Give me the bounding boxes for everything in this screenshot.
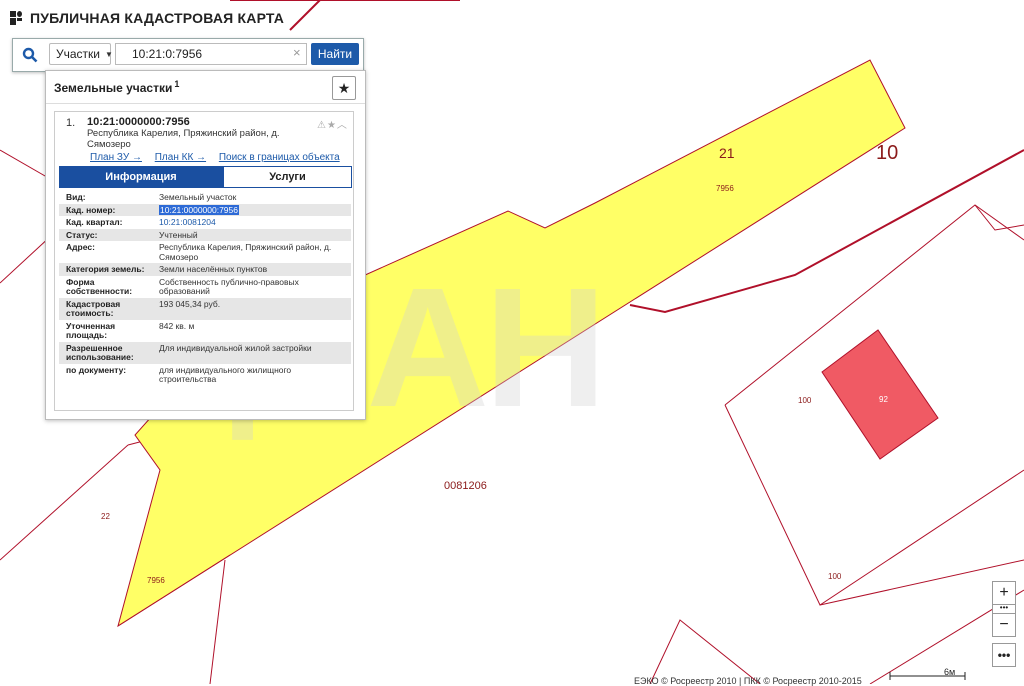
attr-key: по документу: (66, 364, 127, 375)
tab-information[interactable]: Информация (59, 166, 223, 188)
clear-icon[interactable]: × (293, 45, 301, 60)
attr-row: Кадастровая стоимость: 193 045,34 руб. (59, 297, 351, 320)
panel-title: Земельные участки 1 (54, 79, 179, 95)
result-count: 1 (174, 79, 180, 89)
app-header: ПУБЛИЧНАЯ КАДАСТРОВАЯ КАРТА (8, 7, 284, 29)
attr-row: Разрешенное использование: Для индивидуал… (59, 341, 351, 364)
scale-label: 6м (944, 667, 956, 677)
search-input[interactable]: 10:21:0:7956 (115, 43, 307, 65)
attr-value[interactable]: 10:21:0000000:7956 (155, 204, 351, 217)
favorite-star-icon[interactable]: ★ (332, 76, 356, 100)
lot-label-22: 22 (101, 512, 110, 521)
attr-row: Статус: Учтенный (59, 228, 351, 241)
search-mode-label: Участки (56, 47, 100, 61)
attr-value: Земельный участок (159, 192, 237, 202)
result-index: 1. (66, 117, 76, 129)
building-label: 92 (879, 395, 888, 404)
block-label: 21 (719, 145, 735, 161)
parcel-label-bottom: 7956 (147, 576, 165, 585)
attr-row: Кад. квартал: 10:21:0081204 (59, 216, 351, 229)
quarter-label: 0081206 (444, 480, 487, 492)
attr-key: Уточненная площадь: (66, 320, 116, 340)
attr-key: Адрес: (66, 242, 95, 252)
zoom-out-button[interactable]: − (992, 613, 1016, 637)
more-button[interactable]: ••• (992, 643, 1016, 667)
attr-key: Статус: (66, 229, 98, 240)
attr-value: Для индивидуальной жилой застройки (159, 342, 312, 353)
attr-value: Собственность публично-правовых образова… (159, 276, 299, 296)
attr-value: Учтенный (159, 229, 198, 240)
card-actions-icons[interactable]: ⚠★︿ (317, 116, 348, 131)
attr-row: Вид: Земельный участок (59, 191, 351, 204)
result-address: Республика Карелия, Пряжинский район, д.… (87, 128, 280, 150)
attr-value: Земли населённых пунктов (159, 264, 268, 274)
attr-key: Категория земель: (66, 264, 145, 274)
attr-key: Разрешенное использование: (66, 342, 134, 362)
attr-value: для индивидуального жилищного строительс… (159, 364, 292, 384)
plan-kk-link[interactable]: План КК → (155, 152, 206, 163)
attr-row: Категория земель: Земли населённых пункто… (59, 263, 351, 276)
attributes-table: Вид: Земельный участок Кад. номер: 10:21:0… (59, 191, 351, 386)
find-button[interactable]: Найти (311, 43, 359, 65)
plan-zu-link[interactable]: План ЗУ → (90, 152, 142, 163)
attr-key: Кадастровая стоимость: (66, 298, 121, 318)
selected-cadastral-number[interactable]: 10:21:0000000:7956 (159, 204, 239, 215)
info-tabs: Информация Услуги (59, 166, 352, 188)
result-card: 1. 10:21:0000000:7956 Республика Карелия… (54, 111, 354, 411)
attr-value: 193 045,34 руб. (159, 298, 221, 309)
attr-key: Кад. квартал: (66, 217, 123, 227)
attr-row: Кад. номер: 10:21:0000000:7956 (59, 203, 351, 217)
search-mode-select[interactable]: Участки ▼ (49, 43, 113, 65)
divider (46, 103, 365, 104)
lot-label-100a: 100 (798, 396, 812, 405)
zoom-controls: + ••• − (992, 581, 1016, 637)
attr-key: Кад. номер: (66, 204, 116, 215)
app-title: ПУБЛИЧНАЯ КАДАСТРОВАЯ КАРТА (30, 10, 285, 26)
zoom-in-button[interactable]: + (992, 581, 1016, 605)
attr-row: Адрес: Республика Карелия, Пряжинский рай… (59, 241, 351, 263)
parcel-label-top: 7956 (716, 184, 734, 193)
attr-row: Уточненная площадь: 842 кв. м (59, 320, 351, 342)
attr-row: по документу: для индивидуального жилищно… (59, 364, 351, 386)
tab-services[interactable]: Услуги (223, 166, 352, 188)
copyright-footer: ЕЭКО © Росреестр 2010 | ПКК © Росреестр … (634, 676, 862, 686)
lot-label-100b: 100 (828, 572, 842, 581)
attr-value-link[interactable]: 10:21:0081204 (155, 216, 351, 229)
chevron-down-icon: ▼ (105, 49, 113, 59)
attr-key: Вид: (66, 192, 86, 202)
rosreestr-logo-icon (10, 11, 22, 25)
search-icon[interactable] (13, 39, 47, 71)
cadastral-number[interactable]: 10:21:0000000:7956 (87, 116, 190, 128)
attr-value: Республика Карелия, Пряжинский район, д.… (159, 242, 332, 262)
panel-title-text: Земельные участки (54, 81, 173, 95)
search-bar: Участки ▼ 10:21:0:7956 × Найти (12, 38, 364, 72)
results-panel: Земельные участки 1 ★ 1. 10:21:0000000:79… (45, 70, 366, 420)
attr-row: Форма собственности: Собственность публич… (59, 276, 351, 298)
zoom-slider[interactable]: ••• (992, 604, 1016, 613)
attr-key: Форма собственности: (66, 276, 133, 296)
attr-value: 842 кв. м (159, 320, 195, 331)
district-label: 10 (876, 142, 899, 164)
